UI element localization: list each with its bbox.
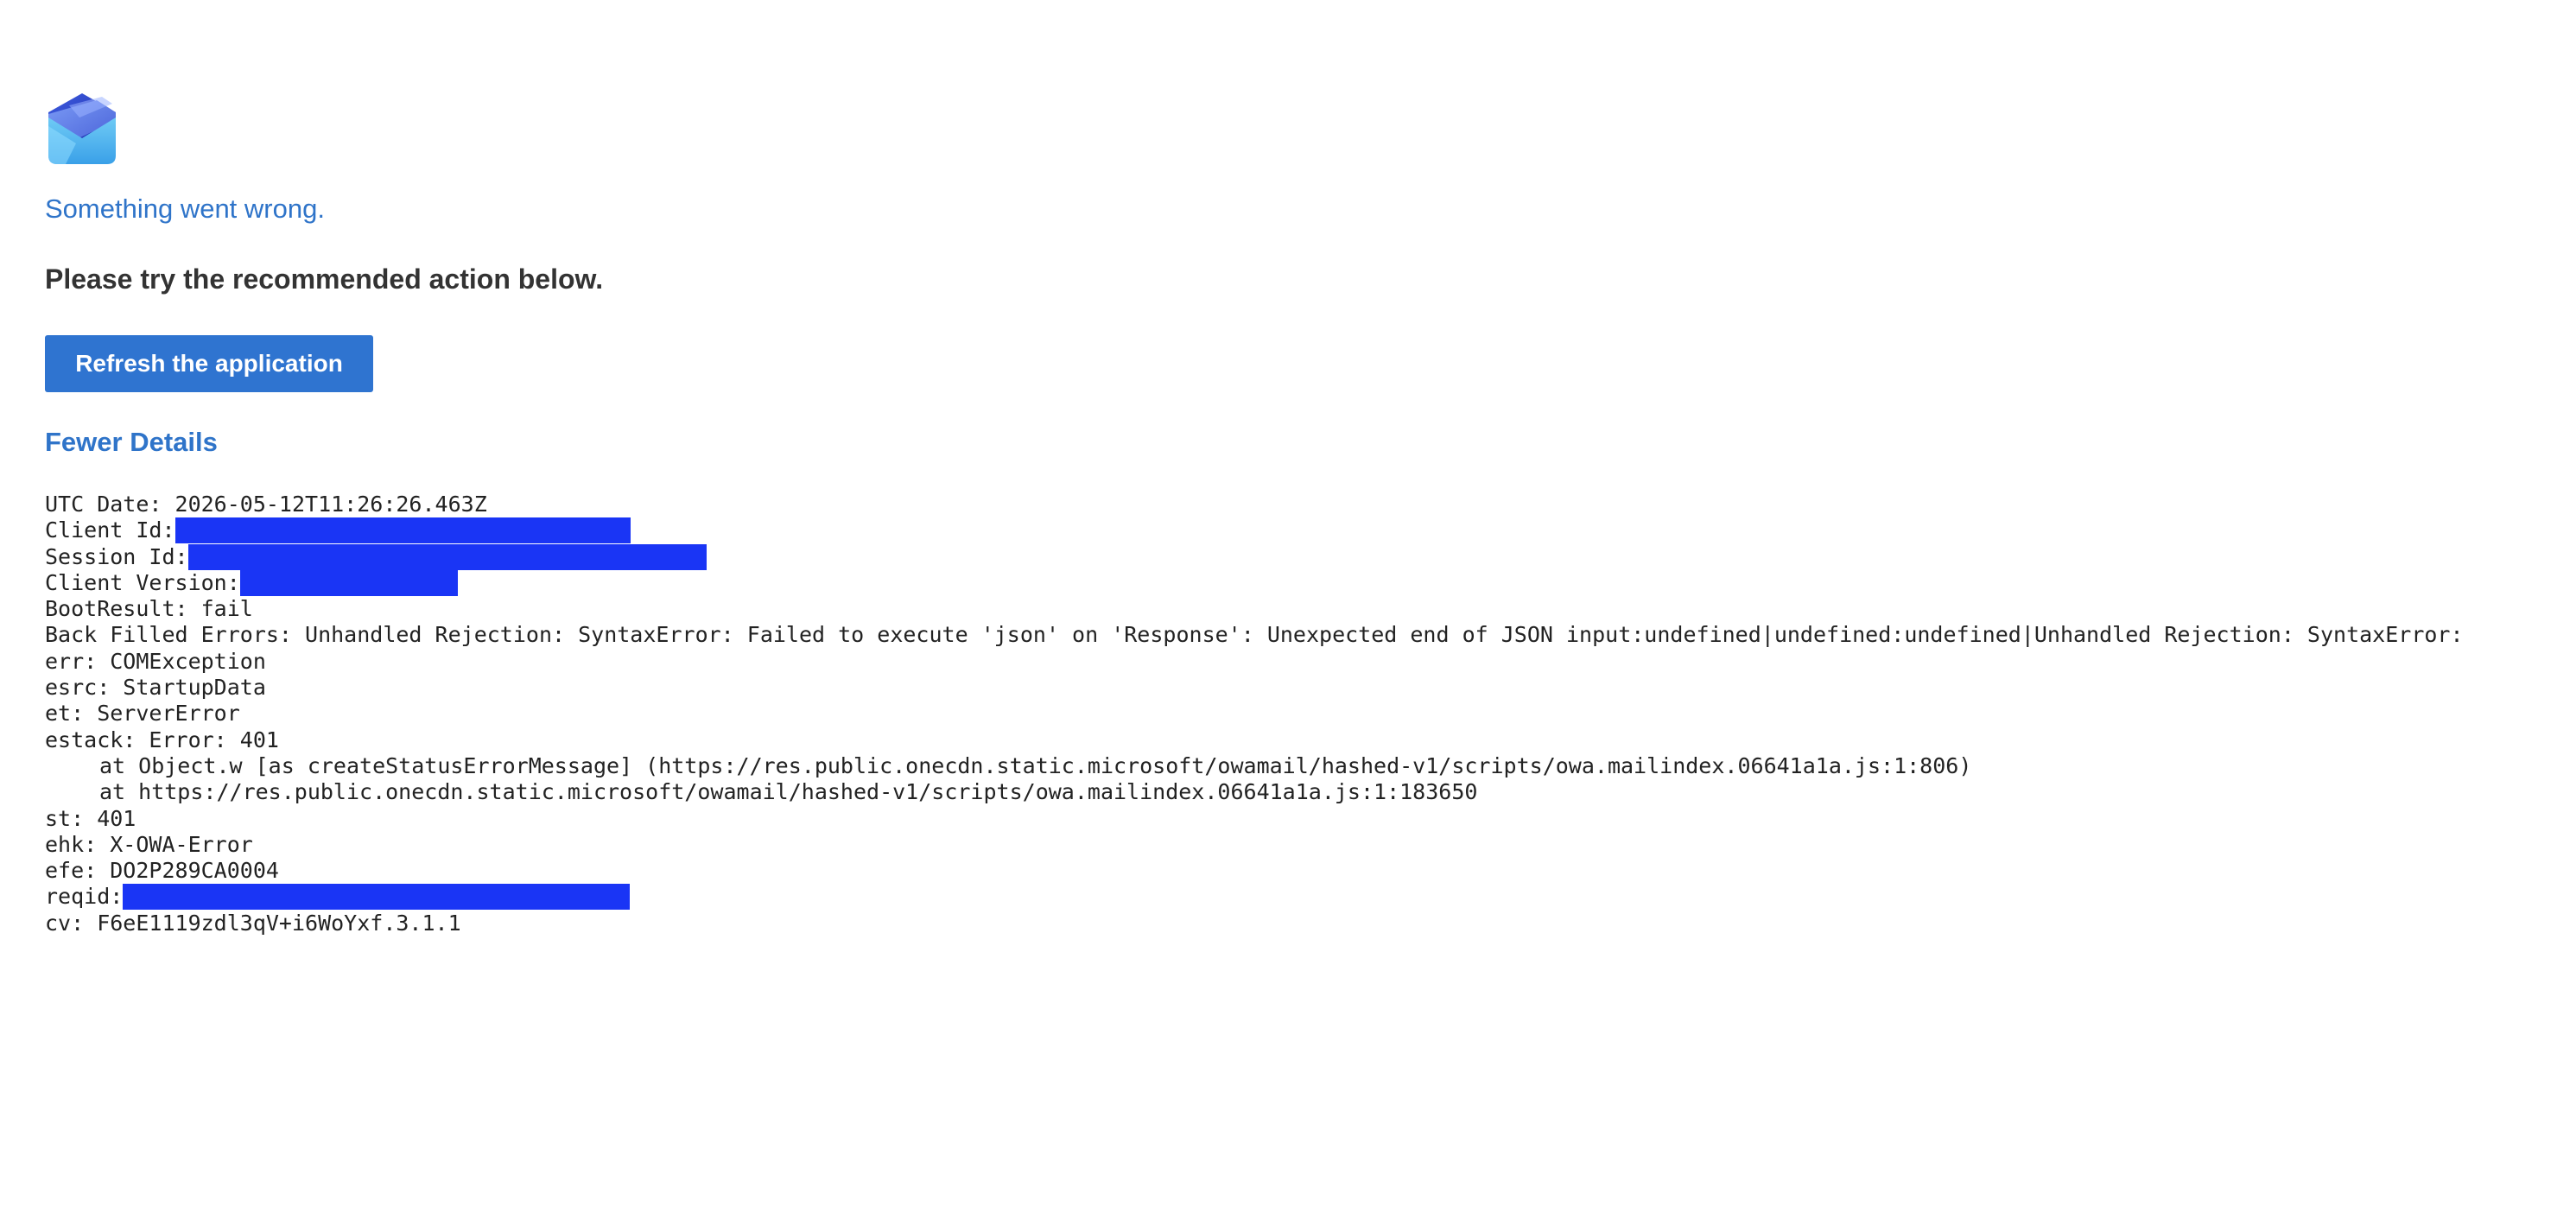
detail-session-id-label: Session Id: <box>45 543 188 569</box>
detail-cv: cv: F6eE1119zdl3qV+i6WoYxf.3.1.1 <box>45 910 461 936</box>
refresh-application-button[interactable]: Refresh the application <box>45 335 373 392</box>
detail-session-id: Session Id: <box>45 543 2567 570</box>
redaction-block <box>174 517 631 544</box>
redaction-block <box>239 569 458 596</box>
error-page: Something went wrong. Please try the rec… <box>0 0 2576 1225</box>
detail-boot-result: BootResult: fail <box>45 596 253 622</box>
detail-reqid-label: reqid: <box>45 884 124 910</box>
outlook-envelope-icon <box>48 93 116 164</box>
detail-reqid: reqid: <box>45 884 2567 911</box>
detail-efe: efe: DO2P289CA0004 <box>45 858 279 884</box>
fewer-details-link[interactable]: Fewer Details <box>45 427 218 458</box>
error-details: UTC Date: 2026-05-12T11:26:26.463Z Clien… <box>45 492 2567 936</box>
detail-client-version: Client Version: <box>45 569 2567 596</box>
detail-client-id-label: Client Id: <box>45 517 175 543</box>
detail-st: st: 401 <box>45 805 136 831</box>
detail-et: et: ServerError <box>45 701 240 727</box>
detail-back-filled-errors: Back Filled Errors: Unhandled Rejection:… <box>45 622 2464 648</box>
redaction-block <box>187 543 707 570</box>
detail-ehk: ehk: X-OWA-Error <box>45 831 253 857</box>
detail-client-version-label: Client Version: <box>45 569 240 595</box>
recommendation-text: Please try the recommended action below. <box>45 263 604 295</box>
redaction-block <box>123 884 631 911</box>
detail-estack-frame: at Object.w [as createStatusErrorMessage… <box>99 752 1972 778</box>
detail-client-id: Client Id: <box>45 517 2567 544</box>
error-headline: Something went wrong. <box>45 194 325 224</box>
detail-utc-date: UTC Date: 2026-05-12T11:26:26.463Z <box>45 492 487 517</box>
detail-err: err: COMException <box>45 648 266 674</box>
detail-esrc: esrc: StartupData <box>45 675 266 701</box>
detail-estack: estack: Error: 401 <box>45 727 279 752</box>
detail-estack-frame: at https://res.public.onecdn.static.micr… <box>99 779 1478 805</box>
